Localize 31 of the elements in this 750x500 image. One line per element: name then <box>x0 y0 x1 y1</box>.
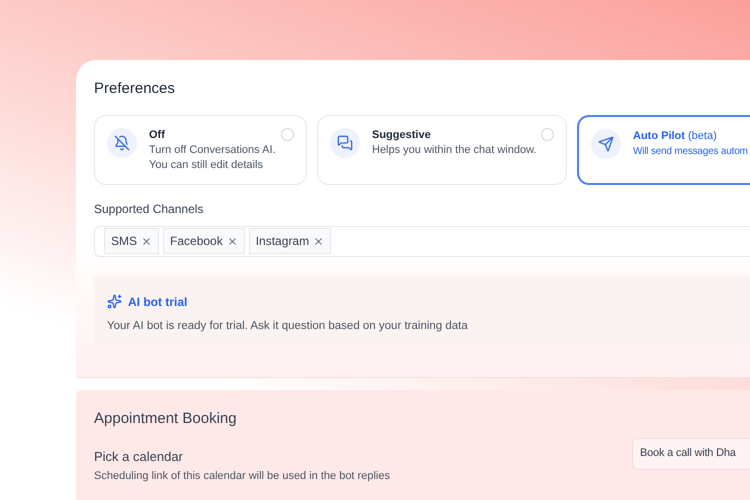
channel-tag: SMS <box>104 228 160 254</box>
mode-option-card[interactable]: Off Turn off Conversations AI. You can still edit details <box>94 114 307 184</box>
mode-title: Off <box>149 128 166 142</box>
channels-field[interactable]: SMS Facebook Instagram <box>94 226 750 256</box>
radio-button[interactable] <box>541 128 554 140</box>
muted-bell-icon <box>114 134 130 150</box>
remove-icon[interactable] <box>313 236 324 246</box>
mode-option-card[interactable]: Suggestive Helps you within the chat window. <box>317 114 567 184</box>
field-label: Pick a calendar <box>94 448 184 466</box>
trial-text: Your AI bot is ready for trial. Ask it question based on your training data <box>107 318 469 334</box>
remove-icon[interactable] <box>141 236 152 246</box>
sparkle-icon <box>107 294 122 309</box>
mode-description: You can still edit details <box>149 158 264 172</box>
remove-icon[interactable] <box>226 236 238 246</box>
section-title: Preferences <box>94 79 176 99</box>
field-label: Supported Channels <box>94 200 204 218</box>
mode-title: Auto Pilot (beta) <box>633 128 718 144</box>
mode-description: Helps you within the chat window. <box>372 142 536 158</box>
channel-tag: Instagram <box>248 228 332 254</box>
chat-bubbles-icon <box>337 134 353 150</box>
mode-description: Turn off Conversations AI. <box>149 142 276 158</box>
trial-title: AI bot trial <box>128 294 188 310</box>
mode-title: Suggestive <box>372 128 432 142</box>
radio-button[interactable] <box>281 128 294 140</box>
section-title: Appointment Booking <box>94 409 238 429</box>
mode-description: Will send messages autom <box>633 144 748 158</box>
field-help: Scheduling link of this calendar will be used in the bot replies <box>94 469 390 484</box>
channel-tag: Facebook <box>163 228 245 254</box>
calendar-select[interactable]: Book a call with Dha <box>632 438 750 470</box>
paper-plane-icon <box>598 136 614 152</box>
mode-option-card[interactable]: Auto Pilot (beta) Will send messages autom <box>577 114 750 184</box>
